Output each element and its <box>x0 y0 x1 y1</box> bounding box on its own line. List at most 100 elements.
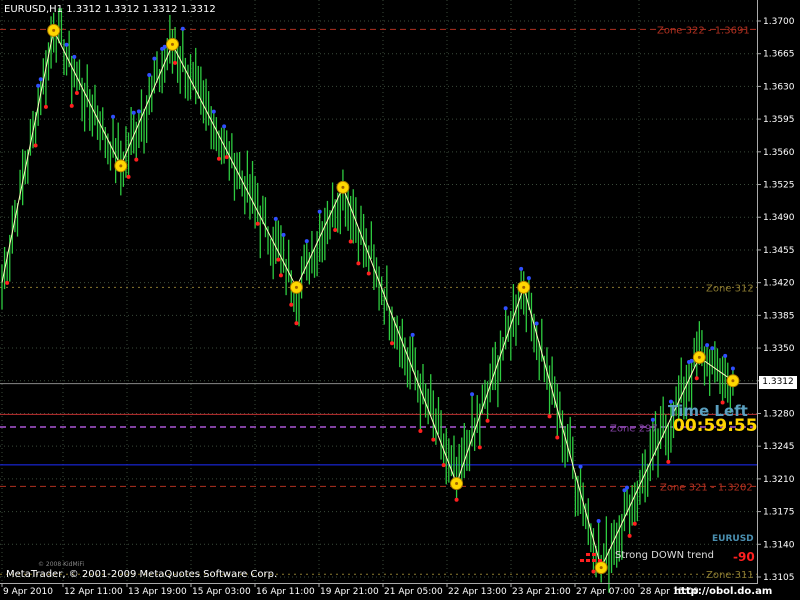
signal-dot <box>333 228 338 233</box>
signal-dot <box>224 155 229 160</box>
signal-dot <box>211 109 216 114</box>
signal-dot <box>723 353 728 358</box>
pivot-center <box>731 379 735 383</box>
trend-icon-square <box>586 553 590 556</box>
signal-dot <box>147 72 152 77</box>
signal-dot <box>5 280 10 285</box>
y-tick-label: 1.3385 <box>763 311 795 321</box>
y-tick-label: 1.3700 <box>763 17 795 27</box>
signal-dot <box>304 239 309 244</box>
y-tick-label: 1.3455 <box>763 246 795 256</box>
signal-dot <box>131 110 136 115</box>
signal-dot <box>111 114 116 119</box>
signal-dot <box>72 54 77 59</box>
signal-dot <box>222 124 227 129</box>
watermark: http://obol.do.am <box>674 586 773 597</box>
y-tick-label: 1.3595 <box>763 115 795 125</box>
signal-dot <box>627 533 632 538</box>
signal-dot <box>255 221 260 226</box>
x-tick-label: 21 Apr 05:00 <box>384 587 443 597</box>
signal-dot <box>503 306 508 311</box>
y-tick-label: 1.3665 <box>763 50 795 60</box>
y-tick-label: 1.3490 <box>763 213 795 223</box>
signal-dot <box>33 143 38 148</box>
pivot-center <box>455 482 459 486</box>
signal-dot <box>281 232 286 237</box>
x-tick-label: 23 Apr 21:00 <box>512 587 571 597</box>
signal-dot <box>441 463 446 468</box>
y-tick-label: 1.3280 <box>763 409 795 419</box>
signal-dot <box>289 302 294 307</box>
signal-dot <box>180 26 185 31</box>
signal-dot <box>294 321 299 326</box>
signal-dot <box>348 239 353 244</box>
y-tick-label: 1.3140 <box>763 540 795 550</box>
signal-dot <box>547 414 552 419</box>
signal-dot <box>591 569 596 574</box>
x-tick-label: 27 Apr 07:00 <box>576 587 635 597</box>
signal-dot <box>126 174 131 179</box>
indicator-copyright: © 2008 KidMiFi <box>38 561 85 568</box>
trend-symbol: EURUSD <box>712 534 754 544</box>
price-bars <box>1 8 734 593</box>
time-left-value: 00:59:55 <box>673 416 758 436</box>
signal-dot <box>578 464 583 469</box>
x-tick-label: 13 Apr 19:00 <box>128 587 187 597</box>
x-tick-label: 9 Apr 2010 <box>3 587 53 597</box>
price-axis-line <box>757 0 758 584</box>
current-price-label: 1.3312 <box>759 376 797 389</box>
signal-dot <box>366 271 371 276</box>
y-tick-label: 1.3630 <box>763 82 795 92</box>
signal-dot <box>632 521 637 526</box>
pivot-center <box>697 355 701 359</box>
signal-dot <box>134 157 139 162</box>
zigzag-line <box>1 28 734 570</box>
signal-dot <box>136 109 141 114</box>
pivot-center <box>119 164 123 168</box>
copyright-text: MetaTrader, © 2001-2009 MetaQuotes Softw… <box>6 569 278 580</box>
signal-dot <box>317 209 322 214</box>
price-axis: 1.3700 1.3665 1.3630 1.3595 1.3560 1.3525 1.34… <box>757 17 795 583</box>
x-tick-label: 12 Apr 11:00 <box>64 587 123 597</box>
zone-label: Zone 322 - 1.3691 <box>657 25 750 36</box>
signal-dot <box>555 435 560 440</box>
pivot-center <box>522 285 526 289</box>
x-tick-label: 19 Apr 21:00 <box>320 587 379 597</box>
trend-icon-square <box>592 559 596 562</box>
signal-dot <box>534 321 539 326</box>
signal-dot <box>650 417 655 422</box>
signal-dot <box>705 343 710 348</box>
signal-dot <box>689 358 694 363</box>
signal-dot <box>152 56 157 61</box>
x-tick-label: 22 Apr 13:00 <box>448 587 507 597</box>
signal-dot <box>64 42 69 47</box>
pivot-center <box>52 28 56 32</box>
zigzag-path <box>1 28 734 570</box>
signal-dot <box>410 332 415 337</box>
signal-dot <box>730 366 735 371</box>
time-axis-line <box>0 583 757 584</box>
chart-header: EURUSD,H1 1.3312 1.3312 1.3312 1.3312 <box>4 4 216 15</box>
trend-text: Strong DOWN trend <box>615 550 714 561</box>
signal-dot <box>273 216 278 221</box>
x-tick-label: 15 Apr 03:00 <box>192 587 251 597</box>
zone-label: Zone 312 <box>706 283 754 294</box>
trend-icon-square <box>586 559 590 562</box>
signal-dot <box>38 77 43 82</box>
pivot-center <box>294 285 298 289</box>
time-axis: 9 Apr 2010 12 Apr 11:00 13 Apr 19:00 15 Apr… <box>1 583 699 597</box>
zone-label: Zone 311 <box>706 570 754 581</box>
signal-dot <box>74 90 79 95</box>
price-chart[interactable]: Zone 322 - 1.3691 Zone 312 Zone 297 Zone 32… <box>0 0 800 600</box>
signal-dot <box>477 445 482 450</box>
signal-dot <box>519 266 524 271</box>
trend-icon-square <box>598 559 602 562</box>
signal-dot <box>36 83 41 88</box>
signal-dot <box>470 392 475 397</box>
signal-dot <box>485 418 490 423</box>
pivot-center <box>170 42 174 46</box>
y-tick-label: 1.3245 <box>763 442 795 452</box>
pivot-center <box>599 566 603 570</box>
trend-value: -90 <box>733 550 755 564</box>
pivot-center <box>341 185 345 189</box>
